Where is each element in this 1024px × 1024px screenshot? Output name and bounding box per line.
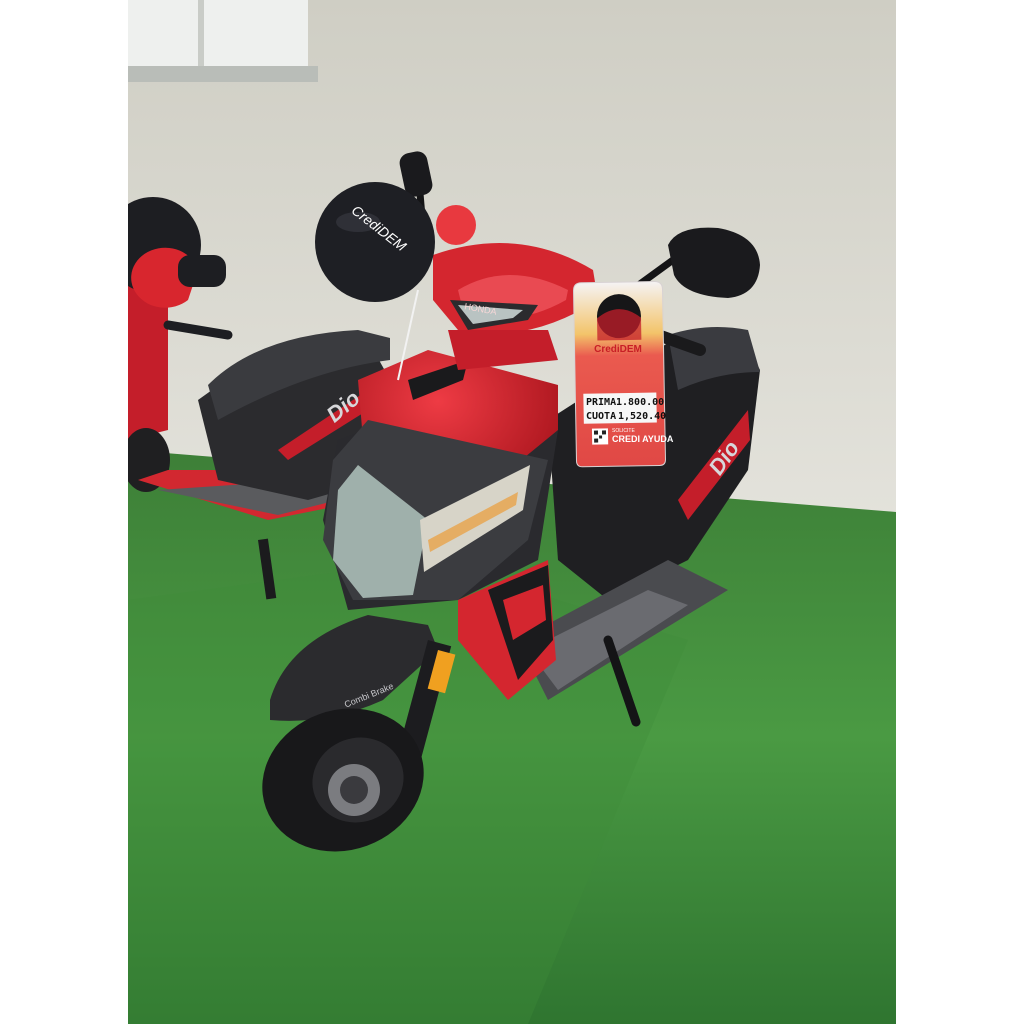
tag-line2-label: CUOTA: [586, 411, 616, 422]
tag-line1-value: 1.800.00: [616, 397, 664, 408]
tag-line1-label: PRIMA: [586, 397, 616, 408]
tag-line2-value: 1,520.40: [618, 411, 666, 422]
tag-brand: CrediDEM: [594, 344, 642, 355]
tag-footer-title: CREDI AYUDA: [612, 434, 674, 444]
product-photo: CrediDEM HONDA Dio Dio Combi Brake Credi…: [128, 0, 896, 1024]
